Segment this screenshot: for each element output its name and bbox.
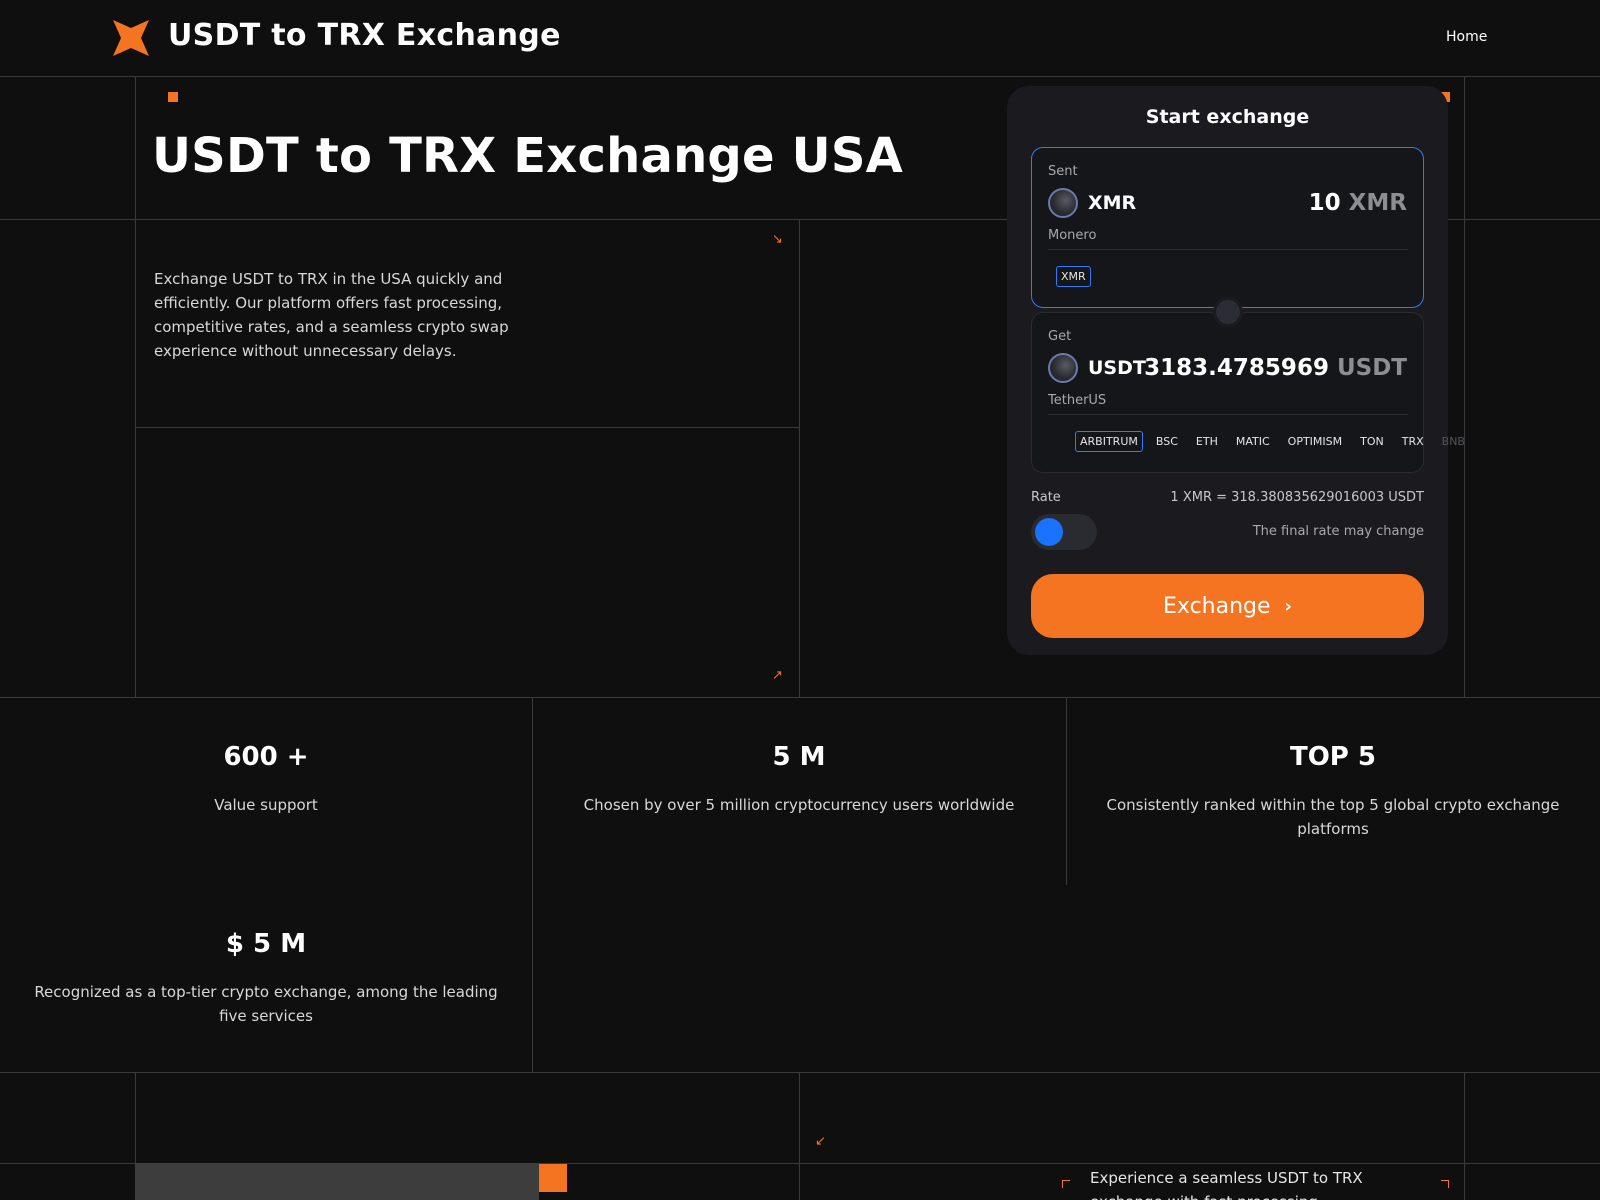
nav-home-link[interactable]: Home	[1446, 29, 1487, 45]
get-panel[interactable]: Get USDT TetherUS 3183.4785969 USDT ARBI…	[1031, 312, 1465, 473]
bottom-image-placeholder	[135, 1163, 539, 1200]
header-divider	[0, 76, 1600, 77]
decor-square	[168, 92, 178, 102]
sent-network-list: XMR	[1056, 266, 1091, 287]
exchange-title: Start exchange	[1145, 106, 1310, 128]
sent-amount-input[interactable]: 10 XMR	[1309, 190, 1407, 216]
stat-value: TOP 5	[1289, 742, 1377, 772]
stat-value: 5 M	[772, 742, 826, 772]
tether-coin-icon	[1048, 353, 1078, 383]
sent-amount-unit: XMR	[1348, 190, 1407, 216]
grid-line	[0, 1072, 1600, 1073]
grid-line	[135, 427, 800, 428]
bottom-description: Experience a seamless USDT to TRX exchan…	[1090, 1169, 1363, 1200]
grid-line	[799, 1072, 800, 1200]
chevron-right-icon: ›	[1284, 595, 1292, 617]
get-network-list: ARBITRUM BSC ETH MATIC OPTIMISM TON TRX …	[1075, 431, 1470, 452]
arrow-down-right-icon: ↘	[772, 232, 783, 247]
sent-panel[interactable]: Sent XMR Monero 10 XMR XMR	[1031, 147, 1424, 308]
grid-line	[0, 697, 1600, 698]
stat-description: Recognized as a top-tier crypto exchange…	[34, 983, 498, 1025]
grid-line	[1464, 76, 1465, 697]
get-amount-display[interactable]: 3183.4785969 USDT	[1144, 355, 1407, 381]
toggle-knob[interactable]	[1035, 518, 1063, 546]
brand-name[interactable]: USDT to TRX Exchange	[168, 18, 561, 53]
stat-description: Consistently ranked within the top 5 glo…	[1106, 796, 1560, 838]
exchange-button-label: Exchange	[1163, 593, 1271, 619]
grid-line	[1066, 697, 1067, 885]
sent-currency-select[interactable]: XMR	[1088, 192, 1136, 214]
sent-network-xmr[interactable]: XMR	[1056, 266, 1091, 287]
page-title: USDT to TRX Exchange USA	[152, 128, 903, 184]
network-chip-arbitrum[interactable]: ARBITRUM	[1075, 431, 1143, 452]
network-chip-ton[interactable]: TON	[1355, 431, 1389, 452]
rate-note: The final rate may change	[1252, 524, 1424, 539]
network-chip-bnb[interactable]: BNB	[1437, 431, 1470, 452]
network-chip-eth[interactable]: ETH	[1191, 431, 1223, 452]
sent-amount-value[interactable]: 10	[1309, 190, 1341, 216]
corner-bracket	[1062, 1180, 1070, 1188]
stat-value: $ 5 M	[225, 929, 307, 959]
network-chip-matic[interactable]: MATIC	[1231, 431, 1275, 452]
swap-direction-button[interactable]	[1213, 297, 1243, 327]
get-label: Get	[1048, 329, 1072, 344]
arrow-up-right-icon: ↗	[772, 668, 783, 683]
arrow-down-left-icon: ↙	[815, 1134, 826, 1149]
network-chip-trx[interactable]: TRX	[1397, 431, 1429, 452]
decor-square	[539, 1164, 567, 1192]
get-currency-name: TetherUS	[1048, 393, 1107, 408]
sent-label: Sent	[1048, 164, 1078, 179]
rate-label: Rate	[1031, 490, 1061, 505]
exchange-card: Start exchange Sent XMR Monero 10 XMR XM…	[1007, 86, 1465, 655]
grid-line	[799, 219, 800, 697]
get-amount-value[interactable]: 3183.4785969	[1144, 355, 1329, 381]
monero-coin-icon	[1048, 188, 1078, 218]
sent-currency-name: Monero	[1048, 228, 1097, 243]
get-currency-select[interactable]: USDT	[1088, 357, 1146, 379]
panel-divider	[1048, 249, 1408, 250]
rate-value: 1 XMR = 318.380835629016003 USDT	[1170, 490, 1424, 505]
network-chip-bsc[interactable]: BSC	[1151, 431, 1183, 452]
stat-value: 600 +	[223, 742, 309, 772]
grid-line	[135, 76, 136, 697]
panel-divider	[1048, 414, 1408, 415]
hero-description: Exchange USDT to TRX in the USA quickly …	[154, 270, 509, 360]
brand-logo-icon[interactable]	[113, 20, 149, 56]
get-amount-unit: USDT	[1336, 355, 1407, 381]
rate-type-toggle[interactable]	[1031, 514, 1097, 550]
corner-bracket	[1441, 1180, 1449, 1188]
grid-line	[1464, 1072, 1465, 1200]
stat-description: Value support	[214, 796, 318, 814]
stat-description: Chosen by over 5 million cryptocurrency …	[583, 796, 1015, 814]
network-chip-optimism[interactable]: OPTIMISM	[1283, 431, 1347, 452]
exchange-button[interactable]: Exchange ›	[1031, 574, 1424, 638]
